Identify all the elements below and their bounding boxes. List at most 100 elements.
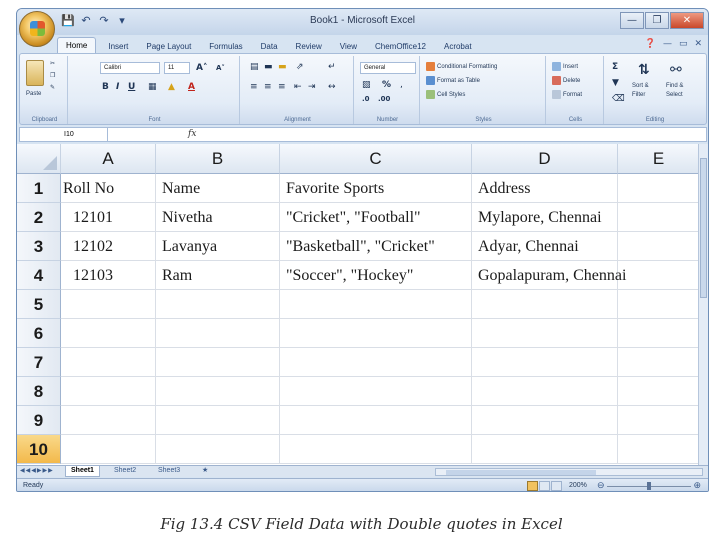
comma-style-icon[interactable]: , bbox=[400, 80, 403, 90]
tab-home[interactable]: Home bbox=[57, 37, 97, 53]
clear-icon[interactable]: ⌫ bbox=[612, 94, 625, 104]
cut-icon[interactable]: ✂ bbox=[50, 60, 55, 69]
copy-icon[interactable]: ❐ bbox=[50, 72, 55, 81]
cell-e5[interactable] bbox=[618, 290, 700, 319]
cell-c9[interactable] bbox=[280, 406, 472, 435]
row-header-1[interactable]: 1 bbox=[17, 174, 61, 203]
cell-d5[interactable] bbox=[472, 290, 618, 319]
cell-a9[interactable] bbox=[61, 406, 156, 435]
align-left-icon[interactable]: ≡ bbox=[250, 82, 258, 92]
sort-filter-button[interactable]: Sort & Filter bbox=[632, 82, 649, 100]
italic-icon[interactable]: I bbox=[116, 82, 119, 92]
zoom-slider[interactable]: ⊖ ⊕ bbox=[597, 480, 701, 491]
cell-e9[interactable] bbox=[618, 406, 700, 435]
cell-a8[interactable] bbox=[61, 377, 156, 406]
insert-sheet-icon[interactable]: ★ bbox=[197, 466, 213, 477]
ribbon-minimize-icon[interactable]: — bbox=[663, 39, 672, 49]
cell-c8[interactable] bbox=[280, 377, 472, 406]
grow-font-icon[interactable]: A˄ bbox=[196, 63, 207, 73]
vertical-scroll-thumb[interactable] bbox=[700, 158, 707, 298]
horizontal-scrollbar[interactable] bbox=[435, 468, 703, 476]
font-size-select[interactable]: 11 bbox=[164, 62, 190, 74]
row-header-6[interactable]: 6 bbox=[17, 319, 61, 348]
row-header-10[interactable]: 10 bbox=[17, 435, 61, 464]
cell-d4[interactable]: Gopalapuram, Chennai bbox=[472, 261, 626, 290]
wrap-text-icon[interactable]: ↵ bbox=[328, 62, 336, 72]
align-top-icon[interactable]: ▤ bbox=[250, 62, 259, 72]
cell-d9[interactable] bbox=[472, 406, 618, 435]
cell-d8[interactable] bbox=[472, 377, 618, 406]
cell-a3[interactable]: 12102 bbox=[61, 232, 156, 261]
column-header-c[interactable]: C bbox=[280, 144, 472, 174]
row-header-7[interactable]: 7 bbox=[17, 348, 61, 377]
page-break-view-icon[interactable] bbox=[551, 481, 562, 491]
cell-c10[interactable] bbox=[280, 435, 472, 464]
cell-a1[interactable]: Roll No bbox=[61, 174, 156, 203]
cell-b2[interactable]: Nivetha bbox=[156, 203, 280, 232]
find-select-button[interactable]: Find & Select bbox=[666, 82, 683, 100]
row-header-4[interactable]: 4 bbox=[17, 261, 61, 290]
fill-color-icon[interactable]: ▲ bbox=[168, 82, 175, 92]
formula-input[interactable] bbox=[210, 128, 704, 141]
tab-formulas[interactable]: Formulas bbox=[203, 40, 248, 53]
cell-a7[interactable] bbox=[61, 348, 156, 377]
tab-chemoffice[interactable]: ChemOffice12 bbox=[369, 40, 432, 53]
row-header-3[interactable]: 3 bbox=[17, 232, 61, 261]
cell-d2[interactable]: Mylapore, Chennai bbox=[472, 203, 618, 232]
cell-a4[interactable]: 12103 bbox=[61, 261, 156, 290]
cell-d10[interactable] bbox=[472, 435, 618, 464]
office-button[interactable] bbox=[19, 11, 55, 47]
percent-button[interactable]: % bbox=[382, 80, 391, 90]
shrink-font-icon[interactable]: A˅ bbox=[216, 63, 225, 73]
sheet-tab-1[interactable]: Sheet1 bbox=[65, 466, 100, 477]
cell-d3[interactable]: Adyar, Chennai bbox=[472, 232, 618, 261]
borders-icon[interactable]: ▦ bbox=[148, 82, 157, 92]
fill-icon[interactable]: ▼ bbox=[612, 78, 619, 88]
increase-indent-icon[interactable]: ⇥ bbox=[308, 82, 316, 92]
restore-icon[interactable]: ❐ bbox=[645, 12, 669, 29]
decrease-indent-icon[interactable]: ⇤ bbox=[294, 82, 302, 92]
sort-filter-icon[interactable]: ⇅ bbox=[638, 62, 650, 78]
cell-e3[interactable] bbox=[618, 232, 700, 261]
cell-c6[interactable] bbox=[280, 319, 472, 348]
cell-b7[interactable] bbox=[156, 348, 280, 377]
cell-c2[interactable]: "Cricket", "Football" bbox=[280, 203, 472, 232]
cell-d1[interactable]: Address bbox=[472, 174, 618, 203]
name-box[interactable]: I10 bbox=[20, 128, 108, 141]
format-cells-button[interactable]: Format bbox=[552, 90, 582, 100]
cell-b8[interactable] bbox=[156, 377, 280, 406]
normal-view-icon[interactable] bbox=[527, 481, 538, 491]
zoom-out-icon[interactable]: ⊖ bbox=[597, 480, 605, 490]
align-right-icon[interactable]: ≡ bbox=[278, 82, 286, 92]
row-header-8[interactable]: 8 bbox=[17, 377, 61, 406]
page-layout-view-icon[interactable] bbox=[539, 481, 550, 491]
format-painter-icon[interactable]: ✎ bbox=[50, 84, 55, 93]
cell-e2[interactable] bbox=[618, 203, 700, 232]
delete-cells-button[interactable]: Delete bbox=[552, 76, 580, 86]
zoom-in-icon[interactable]: ⊕ bbox=[693, 480, 701, 490]
format-as-table-button[interactable]: Format as Table bbox=[426, 76, 480, 86]
sheet-tab-2[interactable]: Sheet2 bbox=[109, 466, 141, 477]
column-header-e[interactable]: E bbox=[618, 144, 700, 174]
cell-b1[interactable]: Name bbox=[156, 174, 280, 203]
cell-d7[interactable] bbox=[472, 348, 618, 377]
horizontal-scroll-thumb[interactable] bbox=[446, 470, 596, 475]
paste-icon[interactable] bbox=[26, 60, 44, 86]
font-name-select[interactable]: Calibri bbox=[100, 62, 160, 74]
cell-b5[interactable] bbox=[156, 290, 280, 319]
cell-c3[interactable]: "Basketball", "Cricket" bbox=[280, 232, 472, 261]
cell-b9[interactable] bbox=[156, 406, 280, 435]
cell-e10[interactable] bbox=[618, 435, 700, 464]
align-center-icon[interactable]: ≡ bbox=[264, 82, 272, 92]
tab-insert[interactable]: Insert bbox=[102, 40, 134, 53]
cell-d6[interactable] bbox=[472, 319, 618, 348]
cell-b3[interactable]: Lavanya bbox=[156, 232, 280, 261]
sheet-tab-3[interactable]: Sheet3 bbox=[153, 466, 185, 477]
orientation-icon[interactable]: ⇗ bbox=[296, 62, 304, 72]
sheet-nav-arrows-icon[interactable]: ◀◀◀▶▶▶ bbox=[20, 467, 54, 474]
decrease-decimal-icon[interactable]: .00 bbox=[378, 94, 390, 104]
ribbon-restore-icon[interactable]: ▭ bbox=[679, 39, 688, 49]
tab-acrobat[interactable]: Acrobat bbox=[438, 40, 478, 53]
tab-page-layout[interactable]: Page Layout bbox=[140, 40, 197, 53]
cell-b10[interactable] bbox=[156, 435, 280, 464]
